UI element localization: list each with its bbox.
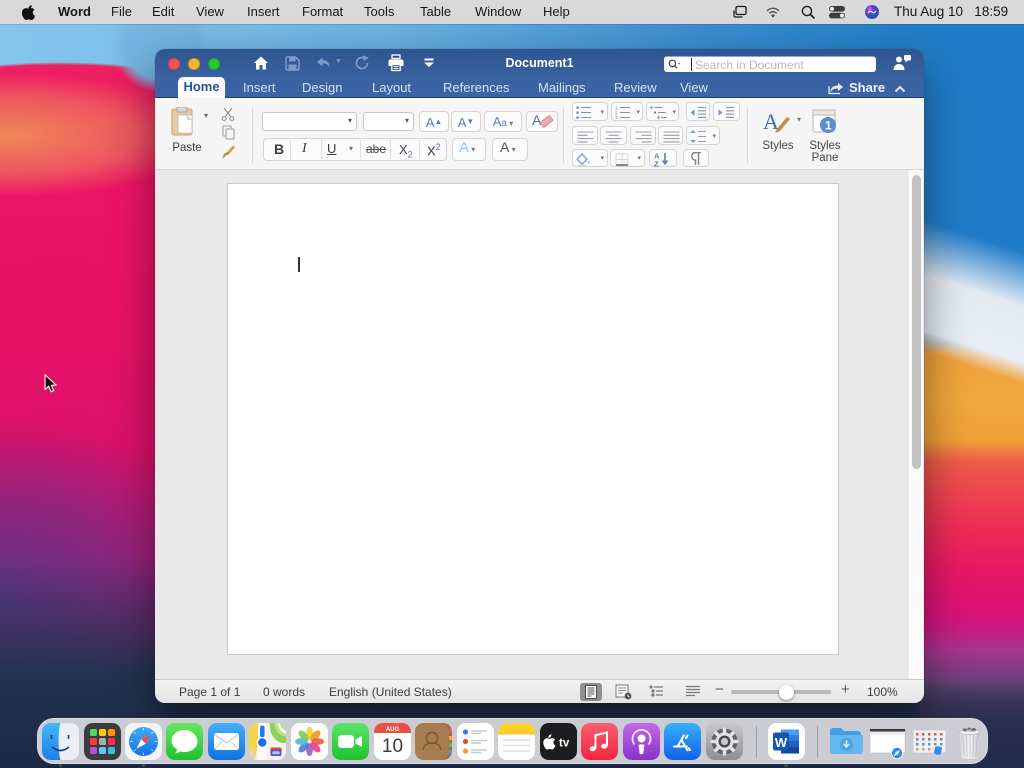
svg-text:Z: Z <box>654 159 659 167</box>
svg-text:10: 10 <box>382 736 403 757</box>
svg-text:W: W <box>774 735 787 750</box>
svg-text:AUG: AUG <box>386 727 400 733</box>
svg-text:tv: tv <box>559 738 570 750</box>
svg-text:1: 1 <box>825 119 832 133</box>
svg-text:3: 3 <box>615 115 618 119</box>
